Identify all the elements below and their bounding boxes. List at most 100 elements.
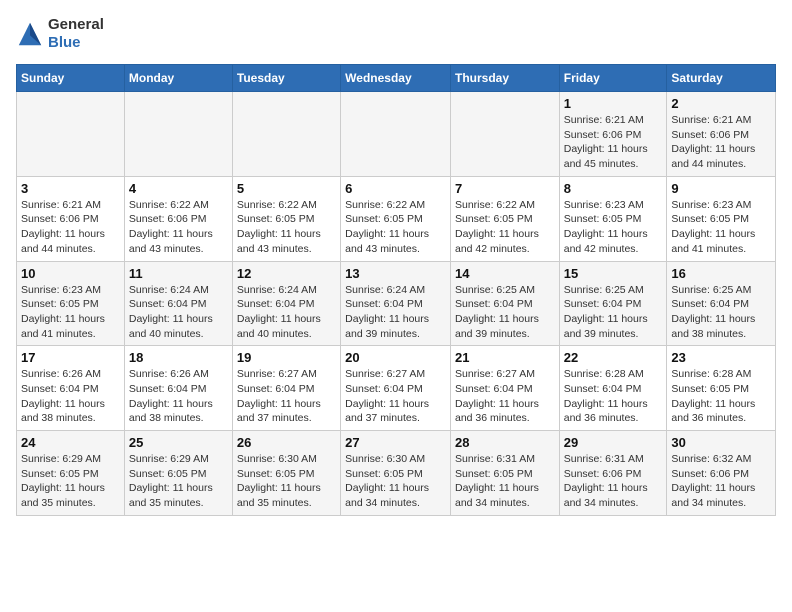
day-number: 14 [455, 266, 555, 281]
day-number: 28 [455, 435, 555, 450]
calendar-cell: 24 Sunrise: 6:29 AM Sunset: 6:05 PM Dayli… [17, 431, 125, 516]
calendar-table: SundayMondayTuesdayWednesdayThursdayFrid… [16, 64, 776, 516]
day-info: Sunrise: 6:31 AM Sunset: 6:06 PM Dayligh… [564, 452, 663, 511]
day-number: 20 [345, 350, 446, 365]
day-of-week-header: Sunday [17, 65, 125, 92]
day-number: 17 [21, 350, 120, 365]
day-info: Sunrise: 6:26 AM Sunset: 6:04 PM Dayligh… [129, 367, 228, 426]
day-number: 24 [21, 435, 120, 450]
day-info: Sunrise: 6:29 AM Sunset: 6:05 PM Dayligh… [21, 452, 120, 511]
day-number: 1 [564, 96, 663, 111]
day-info: Sunrise: 6:21 AM Sunset: 6:06 PM Dayligh… [564, 113, 663, 172]
day-info: Sunrise: 6:25 AM Sunset: 6:04 PM Dayligh… [671, 283, 771, 342]
calendar-cell: 8Sunrise: 6:23 AM Sunset: 6:05 PM Daylig… [559, 176, 667, 261]
calendar-cell: 2 Sunrise: 6:21 AM Sunset: 6:06 PM Daylig… [667, 92, 776, 177]
day-number: 5 [237, 181, 336, 196]
day-info: Sunrise: 6:30 AM Sunset: 6:05 PM Dayligh… [237, 452, 336, 511]
calendar-cell: 21 Sunrise: 6:27 AM Sunset: 6:04 PM Dayli… [450, 346, 559, 431]
calendar-cell: 7Sunrise: 6:22 AM Sunset: 6:05 PM Daylig… [450, 176, 559, 261]
calendar-week-row: 3 Sunrise: 6:21 AM Sunset: 6:06 PM Daylig… [17, 176, 776, 261]
calendar-cell: 25Sunrise: 6:29 AM Sunset: 6:05 PM Dayli… [124, 431, 232, 516]
calendar-cell: 19 Sunrise: 6:27 AM Sunset: 6:04 PM Dayli… [232, 346, 340, 431]
calendar-cell: 9Sunrise: 6:23 AM Sunset: 6:05 PM Daylig… [667, 176, 776, 261]
day-of-week-header: Tuesday [232, 65, 340, 92]
calendar-header-row: SundayMondayTuesdayWednesdayThursdayFrid… [17, 65, 776, 92]
calendar-cell: 17 Sunrise: 6:26 AM Sunset: 6:04 PM Dayli… [17, 346, 125, 431]
day-info: Sunrise: 6:24 AM Sunset: 6:04 PM Dayligh… [345, 283, 446, 342]
calendar-cell [17, 92, 125, 177]
day-number: 22 [564, 350, 663, 365]
day-info: Sunrise: 6:30 AM Sunset: 6:05 PM Dayligh… [345, 452, 446, 511]
day-of-week-header: Saturday [667, 65, 776, 92]
day-info: Sunrise: 6:28 AM Sunset: 6:04 PM Dayligh… [564, 367, 663, 426]
day-info: Sunrise: 6:23 AM Sunset: 6:05 PM Dayligh… [671, 198, 771, 257]
calendar-week-row: 17 Sunrise: 6:26 AM Sunset: 6:04 PM Dayli… [17, 346, 776, 431]
day-number: 13 [345, 266, 446, 281]
calendar-week-row: 10 Sunrise: 6:23 AM Sunset: 6:05 PM Dayli… [17, 261, 776, 346]
calendar-cell [450, 92, 559, 177]
page-header: General Blue [16, 16, 776, 52]
calendar-cell: 14 Sunrise: 6:25 AM Sunset: 6:04 PM Dayli… [450, 261, 559, 346]
calendar-week-row: 24 Sunrise: 6:29 AM Sunset: 6:05 PM Dayli… [17, 431, 776, 516]
day-info: Sunrise: 6:21 AM Sunset: 6:06 PM Dayligh… [671, 113, 771, 172]
day-number: 23 [671, 350, 771, 365]
day-number: 30 [671, 435, 771, 450]
calendar-cell: 27 Sunrise: 6:30 AM Sunset: 6:05 PM Dayli… [341, 431, 451, 516]
day-info: Sunrise: 6:32 AM Sunset: 6:06 PM Dayligh… [671, 452, 771, 511]
day-number: 26 [237, 435, 336, 450]
day-info: Sunrise: 6:27 AM Sunset: 6:04 PM Dayligh… [237, 367, 336, 426]
day-number: 3 [21, 181, 120, 196]
day-number: 21 [455, 350, 555, 365]
calendar-cell: 23 Sunrise: 6:28 AM Sunset: 6:05 PM Dayli… [667, 346, 776, 431]
day-info: Sunrise: 6:22 AM Sunset: 6:06 PM Dayligh… [129, 198, 228, 257]
day-info: Sunrise: 6:23 AM Sunset: 6:05 PM Dayligh… [21, 283, 120, 342]
day-info: Sunrise: 6:27 AM Sunset: 6:04 PM Dayligh… [345, 367, 446, 426]
logo-icon [16, 20, 44, 48]
calendar-cell: 18 Sunrise: 6:26 AM Sunset: 6:04 PM Dayli… [124, 346, 232, 431]
day-info: Sunrise: 6:25 AM Sunset: 6:04 PM Dayligh… [564, 283, 663, 342]
day-info: Sunrise: 6:24 AM Sunset: 6:04 PM Dayligh… [129, 283, 228, 342]
day-info: Sunrise: 6:28 AM Sunset: 6:05 PM Dayligh… [671, 367, 771, 426]
calendar-cell [232, 92, 340, 177]
day-info: Sunrise: 6:22 AM Sunset: 6:05 PM Dayligh… [345, 198, 446, 257]
calendar-cell: 1 Sunrise: 6:21 AM Sunset: 6:06 PM Daylig… [559, 92, 667, 177]
day-info: Sunrise: 6:24 AM Sunset: 6:04 PM Dayligh… [237, 283, 336, 342]
day-of-week-header: Friday [559, 65, 667, 92]
calendar-cell: 30 Sunrise: 6:32 AM Sunset: 6:06 PM Dayli… [667, 431, 776, 516]
day-number: 19 [237, 350, 336, 365]
day-number: 27 [345, 435, 446, 450]
calendar-week-row: 1 Sunrise: 6:21 AM Sunset: 6:06 PM Daylig… [17, 92, 776, 177]
day-info: Sunrise: 6:25 AM Sunset: 6:04 PM Dayligh… [455, 283, 555, 342]
day-number: 18 [129, 350, 228, 365]
day-number: 6 [345, 181, 446, 196]
day-of-week-header: Thursday [450, 65, 559, 92]
logo-general: General [48, 16, 104, 34]
calendar-cell: 6 Sunrise: 6:22 AM Sunset: 6:05 PM Daylig… [341, 176, 451, 261]
day-info: Sunrise: 6:22 AM Sunset: 6:05 PM Dayligh… [455, 198, 555, 257]
calendar-cell: 4Sunrise: 6:22 AM Sunset: 6:06 PM Daylig… [124, 176, 232, 261]
calendar-cell: 20 Sunrise: 6:27 AM Sunset: 6:04 PM Dayli… [341, 346, 451, 431]
day-number: 10 [21, 266, 120, 281]
day-info: Sunrise: 6:31 AM Sunset: 6:05 PM Dayligh… [455, 452, 555, 511]
day-number: 16 [671, 266, 771, 281]
day-number: 8 [564, 181, 663, 196]
calendar-cell [341, 92, 451, 177]
calendar-cell [124, 92, 232, 177]
day-number: 15 [564, 266, 663, 281]
calendar-cell: 13 Sunrise: 6:24 AM Sunset: 6:04 PM Dayli… [341, 261, 451, 346]
day-info: Sunrise: 6:21 AM Sunset: 6:06 PM Dayligh… [21, 198, 120, 257]
day-of-week-header: Monday [124, 65, 232, 92]
day-number: 2 [671, 96, 771, 111]
calendar-cell: 16 Sunrise: 6:25 AM Sunset: 6:04 PM Dayli… [667, 261, 776, 346]
logo-blue: Blue [48, 34, 104, 52]
logo: General Blue [16, 16, 104, 52]
calendar-cell: 3 Sunrise: 6:21 AM Sunset: 6:06 PM Daylig… [17, 176, 125, 261]
day-of-week-header: Wednesday [341, 65, 451, 92]
day-info: Sunrise: 6:26 AM Sunset: 6:04 PM Dayligh… [21, 367, 120, 426]
day-number: 11 [129, 266, 228, 281]
day-info: Sunrise: 6:27 AM Sunset: 6:04 PM Dayligh… [455, 367, 555, 426]
calendar-cell: 28 Sunrise: 6:31 AM Sunset: 6:05 PM Dayli… [450, 431, 559, 516]
calendar-cell: 26 Sunrise: 6:30 AM Sunset: 6:05 PM Dayli… [232, 431, 340, 516]
calendar-cell: 10 Sunrise: 6:23 AM Sunset: 6:05 PM Dayli… [17, 261, 125, 346]
calendar-cell: 11 Sunrise: 6:24 AM Sunset: 6:04 PM Dayli… [124, 261, 232, 346]
